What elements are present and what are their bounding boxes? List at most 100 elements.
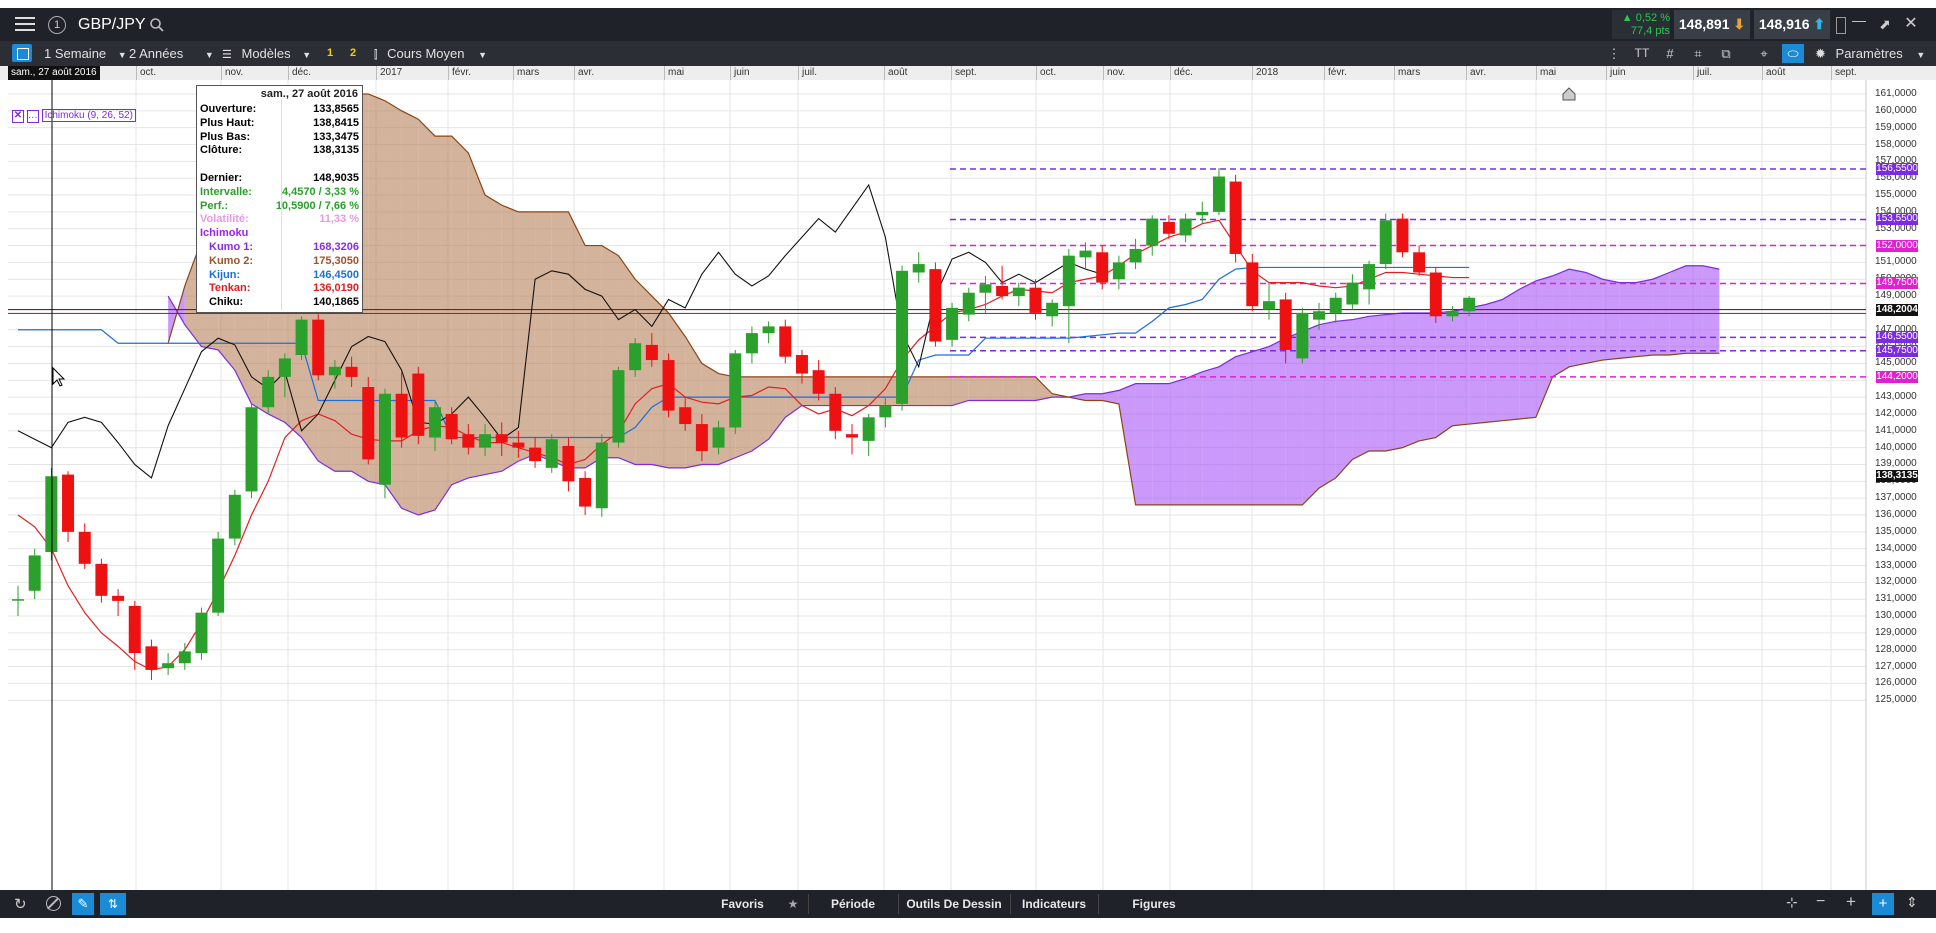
chart-type-label: Cours Moyen bbox=[387, 46, 465, 61]
grid-icon[interactable]: # bbox=[1660, 44, 1680, 63]
buy-price-button[interactable]: 148,916 ⬆ bbox=[1754, 10, 1830, 39]
models-select[interactable]: ☰ Modèles ▼ bbox=[222, 41, 311, 66]
cancel-icon[interactable] bbox=[46, 896, 61, 911]
chart-toolbar: 1 Semaine ▼ 2 Années ▼ ☰ Modèles ▼ 1 2 ⫿… bbox=[0, 41, 1936, 66]
date-axis-tick bbox=[513, 66, 514, 80]
candle-body bbox=[212, 538, 225, 613]
crosshair-grid-icon[interactable]: ⌗ bbox=[1688, 44, 1708, 63]
kumo-cloud-segment bbox=[1168, 378, 1186, 505]
cursor-date-label: sam., 27 août 2016 bbox=[8, 66, 100, 80]
info-row: Tenkan: 136,0190 bbox=[200, 282, 359, 296]
kumo-cloud-segment bbox=[518, 211, 536, 462]
buy-price: 148,916 bbox=[1758, 16, 1810, 32]
info-label: Intervalle: bbox=[200, 185, 252, 198]
favorites-button[interactable]: Favoris bbox=[705, 890, 780, 918]
remove-indicator-icon[interactable]: ✕ bbox=[12, 110, 24, 123]
date-axis-label: nov. bbox=[1107, 67, 1126, 78]
indicator-name[interactable]: Ichimoku (9, 26, 52) bbox=[41, 109, 136, 122]
candle-body bbox=[1446, 311, 1459, 317]
figures-button[interactable]: Figures bbox=[1102, 890, 1206, 918]
layout-1-button[interactable]: 1 bbox=[322, 44, 338, 63]
home-marker-icon bbox=[1562, 87, 1576, 101]
popout-icon[interactable]: ⬈ bbox=[1876, 12, 1894, 36]
date-axis-tick bbox=[1693, 66, 1694, 80]
candle-body bbox=[1046, 302, 1059, 317]
candle-body bbox=[662, 360, 675, 411]
star-icon[interactable]: ★ bbox=[780, 890, 806, 918]
kumo-cloud-segment bbox=[1185, 371, 1203, 505]
chart-type-select[interactable]: ⫿ Cours Moyen ▼ bbox=[374, 41, 487, 66]
crosshair-icon[interactable]: ⊹ bbox=[1786, 894, 1798, 911]
candle-body bbox=[1212, 176, 1225, 212]
info-value: 4,4570 / 3,33 % bbox=[281, 185, 359, 198]
price-axis-label: 160,0000 bbox=[1875, 104, 1917, 116]
pencil-icon[interactable]: ✎ bbox=[72, 893, 94, 915]
date-axis-label: 2017 bbox=[380, 67, 403, 78]
search-icon[interactable] bbox=[149, 17, 165, 33]
copy-icon[interactable]: ⧉ bbox=[1716, 44, 1736, 63]
kumo-cloud-segment bbox=[568, 211, 586, 468]
price-axis-label: 130,0000 bbox=[1875, 610, 1917, 622]
date-axis-label: août bbox=[888, 67, 908, 78]
add-button[interactable]: + bbox=[1872, 893, 1894, 915]
candle-body bbox=[262, 376, 275, 408]
date-axis-label: sept. bbox=[1835, 67, 1857, 78]
price-level-tag: 149,7500 bbox=[1876, 277, 1918, 290]
indicators-button[interactable]: Indicateurs bbox=[1014, 890, 1094, 918]
tag-icon[interactable]: ⬭ bbox=[1782, 44, 1804, 63]
candle-body bbox=[846, 434, 858, 438]
candle-body bbox=[612, 370, 625, 443]
candle-body bbox=[512, 442, 525, 448]
kumo-cloud-segment bbox=[1669, 265, 1686, 356]
info-row: Chiku: 140,1865 bbox=[200, 296, 359, 310]
period-button[interactable]: Période bbox=[812, 890, 894, 918]
candle-body bbox=[1196, 211, 1209, 216]
kumo-cloud-segment bbox=[1469, 304, 1486, 425]
info-row: Ichimoku bbox=[200, 227, 359, 241]
fit-icon[interactable]: ⇕ bbox=[1906, 894, 1918, 911]
close-icon[interactable]: ✕ bbox=[1902, 12, 1920, 36]
chevron-down-icon: ▼ bbox=[1916, 50, 1926, 60]
candle-body bbox=[562, 445, 575, 482]
candle-body bbox=[412, 373, 425, 436]
sell-price-button[interactable]: 148,891 ⬇ bbox=[1674, 10, 1750, 39]
kumo-cloud-segment bbox=[501, 205, 519, 472]
date-axis-tick bbox=[1394, 66, 1395, 80]
current-price-tag: 148,2004 bbox=[1876, 303, 1918, 316]
interval-select[interactable]: 1 Semaine ▼ bbox=[44, 41, 127, 66]
text-size-icon[interactable]: TT bbox=[1632, 44, 1652, 63]
edit-indicator-icon[interactable]: … bbox=[26, 110, 39, 123]
zoom-in-icon[interactable]: + bbox=[1846, 892, 1856, 912]
up-arrow-icon: ⬆ bbox=[1813, 16, 1826, 32]
menu-icon[interactable] bbox=[15, 13, 35, 35]
info-circle-icon[interactable]: 1 bbox=[48, 16, 66, 34]
info-date: sam., 27 août 2016 bbox=[260, 88, 358, 100]
minimize-icon[interactable]: — bbox=[1850, 12, 1868, 36]
kumo-cloud-segment bbox=[1252, 346, 1269, 505]
kumo-cloud-segment bbox=[418, 119, 435, 515]
candle-body bbox=[1062, 255, 1075, 307]
window-tile-icon[interactable] bbox=[1836, 17, 1846, 34]
range-select[interactable]: 2 Années ▼ bbox=[129, 41, 214, 66]
chart-list-icon[interactable] bbox=[12, 44, 32, 62]
settings-button[interactable]: ✹ Paramètres ▼ bbox=[1815, 41, 1925, 66]
date-axis-label: mai bbox=[668, 67, 685, 78]
sort-icon[interactable]: ⇅ bbox=[100, 893, 126, 915]
candle-body bbox=[745, 333, 758, 354]
layout-2-button[interactable]: 2 bbox=[345, 44, 361, 63]
info-value: 146,4500 bbox=[313, 268, 359, 281]
info-row: Plus Haut: 138,8415 bbox=[200, 117, 359, 131]
kumo-cloud-segment bbox=[1552, 269, 1570, 377]
candle-body bbox=[1129, 248, 1142, 263]
symbol-title[interactable]: GBP/JPY bbox=[78, 8, 146, 41]
zoom-out-icon[interactable]: − bbox=[1816, 893, 1825, 911]
price-axis-label: 131,0000 bbox=[1875, 593, 1917, 605]
candle-body bbox=[1429, 272, 1442, 317]
candle-body bbox=[762, 326, 775, 334]
refresh-icon[interactable]: ↻ bbox=[14, 895, 27, 913]
vertical-menu-icon[interactable]: ⋮ bbox=[1604, 44, 1624, 63]
magnet-icon[interactable]: ⌖ bbox=[1754, 44, 1774, 63]
change-percent: ▲ 0,52 % bbox=[1621, 12, 1670, 24]
drawing-tools-button[interactable]: Outils De Dessin bbox=[902, 890, 1006, 918]
info-label: Dernier: bbox=[200, 172, 243, 184]
